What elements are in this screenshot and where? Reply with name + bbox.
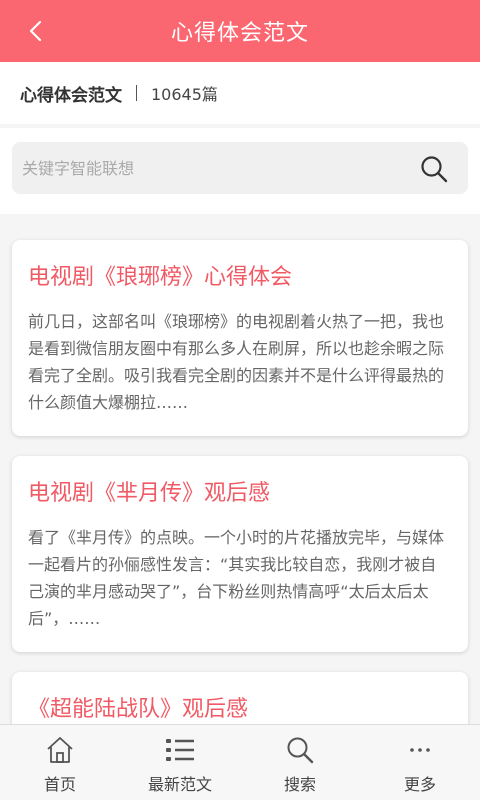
top-app-bar: 心得体会范文	[0, 0, 480, 62]
tab-search[interactable]: 搜索	[240, 725, 360, 800]
page-title: 心得体会范文	[170, 21, 309, 46]
tab-label: 最新范文	[147, 775, 212, 794]
list-icon	[166, 739, 194, 761]
back-button[interactable]	[22, 17, 50, 45]
tab-label: 搜索	[283, 775, 316, 794]
article-card[interactable]: 《超能陆战队》观后感	[12, 672, 468, 724]
bottom-tab-bar: 首页 最新范文 搜索 更多	[0, 724, 480, 800]
article-excerpt: 前几日，这部名叫《琅琊榜》的电视剧着火热了一把，我也是看到微信朋友圈中有那么多人…	[28, 312, 445, 412]
chevron-left-icon	[29, 20, 42, 42]
search-bar	[12, 142, 468, 194]
article-excerpt: 看了《芈月传》的点映。一个小时的片花播放完毕，与媒体一起看片的孙俪感性发言：“其…	[28, 528, 445, 628]
category-header: 心得体会范文 10645篇	[0, 62, 480, 124]
article-title[interactable]: 《超能陆战队》观后感	[28, 694, 452, 724]
tab-home[interactable]: 首页	[0, 725, 120, 800]
tab-label: 首页	[43, 775, 76, 794]
search-section	[0, 128, 480, 214]
article-title[interactable]: 电视剧《芈月传》观后感	[28, 478, 452, 510]
article-card[interactable]: 电视剧《琅琊榜》心得体会 前几日，这部名叫《琅琊榜》的电视剧着火热了一把，我也是…	[12, 240, 468, 436]
divider	[136, 85, 137, 101]
article-card[interactable]: 电视剧《芈月传》观后感 看了《芈月传》的点映。一个小时的片花播放完毕，与媒体一起…	[12, 456, 468, 652]
tab-latest[interactable]: 最新范文	[120, 725, 240, 800]
more-icon	[410, 748, 430, 752]
article-title[interactable]: 电视剧《琅琊榜》心得体会	[28, 262, 452, 294]
article-list: 电视剧《琅琊榜》心得体会 前几日，这部名叫《琅琊榜》的电视剧着火热了一把，我也是…	[0, 214, 480, 724]
search-icon	[287, 737, 314, 764]
article-count: 10645篇	[151, 85, 218, 104]
category-name: 心得体会范文	[20, 85, 122, 106]
tab-more[interactable]: 更多	[360, 725, 480, 800]
search-input[interactable]	[22, 158, 402, 178]
home-icon	[47, 737, 73, 763]
tab-label: 更多	[403, 775, 436, 794]
search-icon[interactable]	[420, 155, 448, 183]
